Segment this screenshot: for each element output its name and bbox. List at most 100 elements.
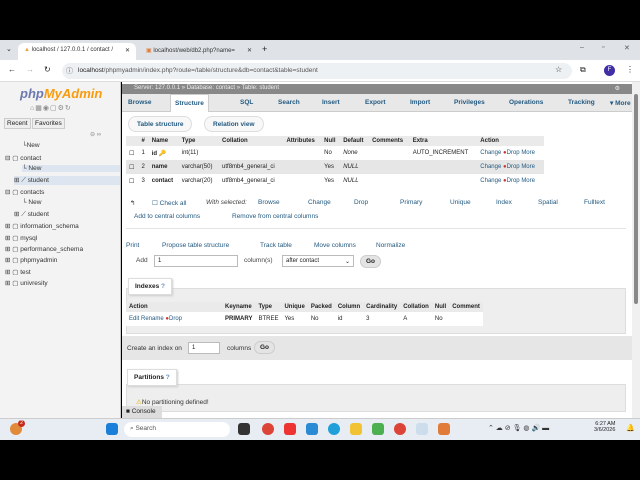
add-columns-count-input[interactable]: 1	[154, 255, 238, 267]
youtube-icon[interactable]	[284, 423, 296, 435]
bulk-spatial[interactable]: Spatial	[538, 199, 558, 206]
phpmyadmin-logo[interactable]: phpMyAdmin	[20, 86, 102, 101]
bookmark-star-icon[interactable]: ☆	[555, 65, 562, 74]
app-icon[interactable]	[372, 423, 384, 435]
tree-db-phpmyadmin[interactable]: ⊞ ▢ phpmyadmin	[5, 256, 57, 264]
breadcrumb-table[interactable]: Table: student	[242, 85, 279, 91]
tab-structure[interactable]: Structure	[170, 94, 209, 112]
bulk-index[interactable]: Index	[496, 199, 512, 206]
bulk-browse[interactable]: Browse	[258, 199, 280, 206]
tree-db-univresity[interactable]: ⊞ ▢ univresity	[5, 279, 48, 287]
system-tray-icons[interactable]: ⌃ ☁ ⊘ 🎙 ◍ 🔊 ▬	[488, 424, 549, 432]
scrollbar-thumb[interactable]	[634, 94, 638, 304]
print-link[interactable]: Print	[126, 242, 139, 249]
tree-contacts-student[interactable]: ⊞ ⟋ student	[14, 210, 49, 219]
bulk-fulltext[interactable]: Fulltext	[584, 199, 605, 206]
change-button[interactable]: Change	[480, 164, 501, 170]
browser-menu-icon[interactable]: ⋮	[626, 65, 634, 74]
favorites-tab[interactable]: Favorites	[32, 118, 65, 129]
back-icon[interactable]: ←	[8, 65, 16, 74]
tab-more[interactable]: ▾ More	[610, 99, 631, 107]
file-explorer-icon[interactable]	[350, 423, 362, 435]
task-view-icon[interactable]	[238, 423, 250, 435]
breadcrumb-database[interactable]: Database: contact	[187, 85, 235, 91]
add-to-central-columns[interactable]: Add to central columns	[134, 213, 200, 220]
close-window-icon[interactable]: ✕	[624, 44, 630, 52]
new-tab-icon[interactable]: +	[262, 44, 267, 54]
subtab-table-structure[interactable]: Table structure	[128, 116, 193, 132]
console-toggle[interactable]: ■ Console	[122, 406, 162, 418]
url-input[interactable]: localhost/phpmyadmin/index.php?route=/ta…	[62, 63, 572, 79]
propose-table-structure-link[interactable]: Propose table structure	[162, 242, 229, 249]
remove-from-central-columns[interactable]: Remove from central columns	[232, 213, 318, 220]
close-tab-icon[interactable]: ✕	[247, 47, 252, 54]
more-button[interactable]: More	[521, 150, 535, 156]
help-icon[interactable]: ?	[166, 374, 170, 381]
bulk-drop[interactable]: Drop	[354, 199, 368, 206]
settings-gear-icon[interactable]: ⚙	[615, 85, 620, 92]
help-icon[interactable]: ?	[161, 283, 165, 290]
check-all-checkbox[interactable]: ☐ Check all	[152, 199, 186, 207]
subtab-relation-view[interactable]: Relation view	[204, 116, 264, 132]
clock[interactable]: 6:27 AM 3/6/2026	[594, 421, 615, 433]
close-tab-icon[interactable]: ✕	[125, 47, 130, 54]
notifications-bell-icon[interactable]: 🔔	[626, 424, 635, 432]
move-columns-link[interactable]: Move columns	[314, 242, 356, 249]
change-button[interactable]: Change	[480, 178, 501, 184]
tab-import[interactable]: Import	[410, 99, 430, 106]
forward-icon[interactable]: →	[26, 65, 34, 74]
tree-db-contacts[interactable]: ⊟ ▢ contacts	[5, 188, 44, 196]
tab-operations[interactable]: Operations	[509, 99, 543, 106]
create-index-go-button[interactable]: Go	[254, 341, 276, 354]
change-button[interactable]: Change	[480, 150, 501, 156]
drop-button[interactable]: ●Drop	[503, 178, 520, 184]
drop-index-button[interactable]: ●Drop	[165, 316, 182, 322]
tab-insert[interactable]: Insert	[322, 99, 340, 106]
row-checkbox[interactable]: ☐	[126, 146, 139, 160]
edit-index-button[interactable]: Edit	[129, 316, 139, 322]
taskbar-search[interactable]: ⌕ Search	[124, 422, 230, 437]
page-scrollbar[interactable]	[632, 82, 640, 418]
tree-db-performance-schema[interactable]: ⊞ ▢ performance_schema	[5, 245, 83, 253]
tab-search[interactable]: Search	[278, 99, 300, 106]
maximize-icon[interactable]: ▫	[602, 44, 604, 51]
tree-contact-student[interactable]: ⊞ ⟋ student	[14, 176, 120, 185]
tree-db-contact[interactable]: ⊟ ▢ contact	[5, 154, 41, 162]
tab-tracking[interactable]: Tracking	[568, 99, 595, 106]
tab-export[interactable]: Export	[365, 99, 386, 106]
drop-button[interactable]: ●Drop	[503, 150, 520, 156]
drop-button[interactable]: ●Drop	[503, 164, 520, 170]
row-checkbox[interactable]: ☐	[126, 174, 139, 188]
vscode-icon[interactable]	[306, 423, 318, 435]
tree-db-mysql[interactable]: ⊞ ▢ mysql	[5, 234, 37, 242]
recent-tab[interactable]: Recent	[4, 118, 31, 129]
tab-sql[interactable]: SQL	[240, 99, 253, 106]
tree-contacts-new[interactable]: └ New	[22, 199, 41, 206]
breadcrumb-server[interactable]: Server: 127.0.0.1	[134, 85, 180, 91]
row-checkbox[interactable]: ☐	[126, 160, 139, 174]
more-button[interactable]: More	[521, 164, 535, 170]
profile-avatar[interactable]: F	[604, 65, 615, 76]
tree-db-information-schema[interactable]: ⊞ ▢ information_schema	[5, 222, 79, 230]
tab-privileges[interactable]: Privileges	[454, 99, 485, 106]
xampp-icon[interactable]	[438, 423, 450, 435]
bulk-change[interactable]: Change	[308, 199, 331, 206]
reload-icon[interactable]: ↻	[44, 65, 51, 74]
rename-index-button[interactable]: Rename	[141, 316, 164, 322]
start-button-icon[interactable]	[106, 423, 118, 435]
column-position-select[interactable]: after contact ⌄	[282, 255, 354, 267]
more-button[interactable]: More	[521, 178, 535, 184]
bulk-primary[interactable]: Primary	[400, 199, 422, 206]
create-index-columns-input[interactable]: 1	[188, 342, 220, 354]
snipping-tool-icon[interactable]	[416, 423, 428, 435]
minimize-icon[interactable]: –	[580, 44, 584, 51]
normalize-link[interactable]: Normalize	[376, 242, 405, 249]
browser-tab-phpmyadmin[interactable]: ▲ localhost / 127.0.0.1 / contact / ✕	[18, 43, 136, 60]
tab-list-chevron-icon[interactable]: ⌄	[6, 45, 12, 53]
tree-new-database[interactable]: └New	[22, 142, 40, 149]
chrome-profile-icon[interactable]	[394, 423, 406, 435]
track-table-link[interactable]: Track table	[260, 242, 292, 249]
extensions-icon[interactable]: ⧉	[580, 65, 586, 75]
chrome-icon[interactable]	[262, 423, 274, 435]
browser-tab-db2[interactable]: ▣ localhost/web/db2.php?name= ✕	[140, 43, 258, 60]
